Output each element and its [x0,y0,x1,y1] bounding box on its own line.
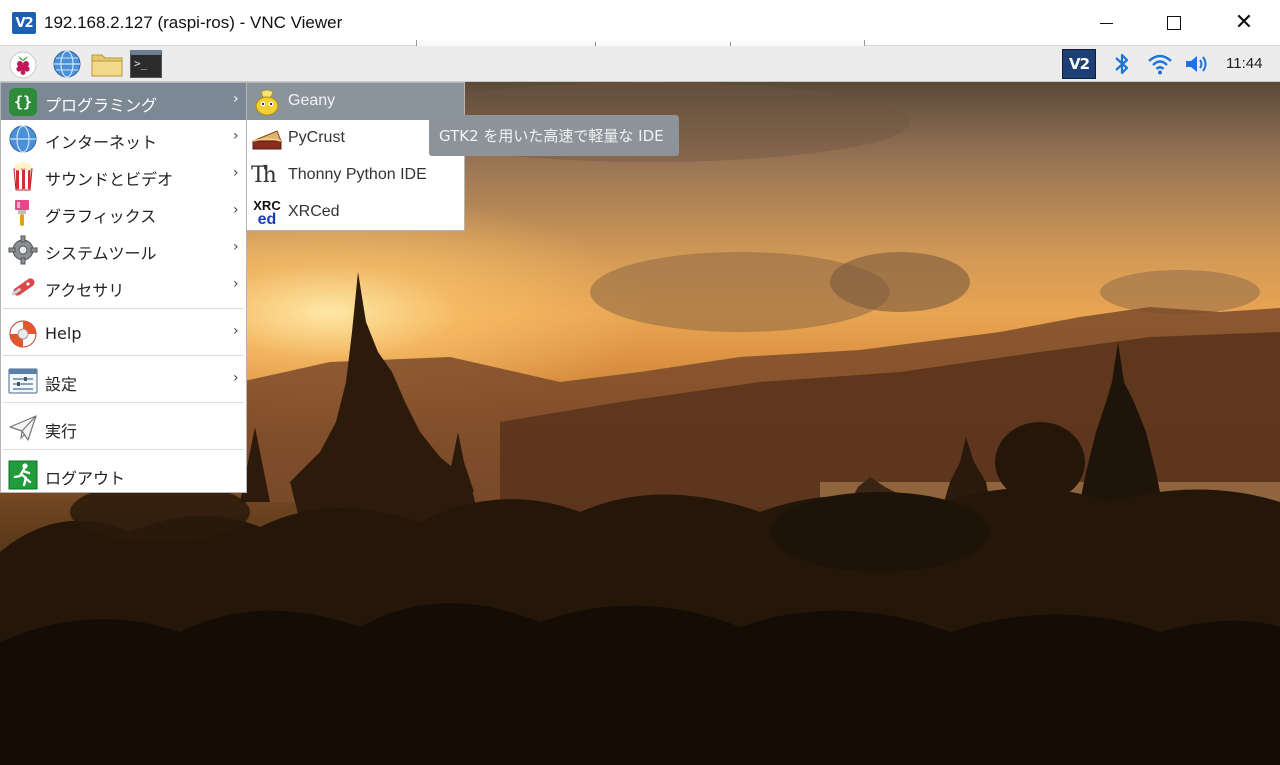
menu-separator [3,449,244,450]
submenu-item-xrced[interactable]: XRC ed XRCed [247,194,464,231]
menu-separator [3,355,244,356]
clock[interactable]: 11:44 [1226,55,1262,72]
menu-item-label: サウンドとビデオ [45,170,174,189]
file-manager-icon[interactable] [90,49,124,79]
menu-item-label: グラフィックス [45,207,157,226]
preferences-icon [8,368,38,394]
programming-submenu: Geany PyCrust Th Thonny Python IDE XRC e… [246,82,465,231]
submenu-item-label: PyCrust [288,129,345,146]
submenu-arrow-icon: › [233,276,239,292]
thonny-glyph: Th [251,163,277,188]
vnc-server-tray-icon[interactable]: V2 [1062,49,1096,79]
vnc-viewer-app-icon: V2 [12,12,36,34]
submenu-arrow-icon: › [233,370,239,386]
submenu-arrow-icon: › [233,165,239,181]
maximize-button[interactable] [1140,0,1208,46]
internet-icon [9,125,37,153]
submenu-item-label: XRCed [288,203,340,220]
run-icon [9,415,37,441]
menu-item-system-tools[interactable]: システムツール › [1,231,246,268]
menu-item-label: プログラミング [45,96,158,115]
pycrust-icon [252,130,282,150]
application-menu: {} プログラミング › インターネット › サウンドとビデオ › グラフィック… [0,82,247,493]
menu-item-label: ログアウト [45,469,126,488]
xrced-glyph-bottom: ed [257,211,277,228]
close-icon: ✕ [1234,10,1254,35]
menu-separator [3,308,244,309]
graphics-icon [15,200,29,226]
menu-item-internet[interactable]: インターネット › [1,120,246,157]
maximize-icon [1167,16,1181,30]
minimize-icon [1099,22,1113,24]
menu-item-label: Help [45,324,82,343]
menu-item-label: インターネット [45,133,158,152]
programming-glyph: {} [13,93,33,111]
help-icon [9,320,37,348]
submenu-item-label: Geany [288,92,336,109]
raspberry-pi-menu-icon[interactable] [8,49,38,79]
menu-item-label: アクセサリ [45,281,125,300]
accessories-icon [11,278,35,296]
programming-icon: {} [9,88,37,116]
menu-item-label: システムツール [45,244,157,263]
submenu-item-label: Thonny Python IDE [288,166,427,183]
system-tools-icon [8,235,38,265]
submenu-arrow-icon: › [233,323,239,339]
tooltip-text: GTK2 を用いた高速で軽量な IDE [439,127,664,145]
menu-item-label: 実行 [45,422,78,441]
submenu-arrow-icon: › [233,91,239,107]
menu-item-programming[interactable]: {} プログラミング › [1,83,246,120]
menu-item-graphics[interactable]: グラフィックス › [1,194,246,231]
web-browser-icon[interactable] [52,49,82,79]
thonny-icon: Th [251,160,283,192]
logout-icon [8,460,38,490]
menu-item-logout[interactable]: ログアウト [1,456,246,493]
tooltip: GTK2 を用いた高速で軽量な IDE [429,115,679,156]
terminal-icon[interactable]: >_ [130,50,162,78]
menu-item-run[interactable]: 実行 [1,409,246,446]
menu-item-label: 設定 [45,375,78,394]
volume-icon[interactable] [1184,53,1212,75]
wifi-icon[interactable] [1146,52,1174,76]
minimize-button[interactable] [1072,0,1140,46]
submenu-arrow-icon: › [233,239,239,255]
menu-item-help[interactable]: Help › [1,315,246,352]
submenu-item-thonny[interactable]: Th Thonny Python IDE [247,157,464,194]
menu-item-preferences[interactable]: 設定 › [1,362,246,399]
terminal-prompt: >_ [134,57,148,70]
window-title: 192.168.2.127 (raspi-ros) - VNC Viewer [44,13,343,32]
menu-item-sound-video[interactable]: サウンドとビデオ › [1,157,246,194]
menu-item-accessories[interactable]: アクセサリ › [1,268,246,305]
desktop-panel: >_ V2 11:44 [0,46,1280,82]
xrced-icon: XRC ed [251,197,283,229]
submenu-arrow-icon: › [233,202,239,218]
sound-video-icon [13,162,33,191]
submenu-arrow-icon: › [233,128,239,144]
bluetooth-icon[interactable] [1110,51,1134,77]
menu-separator [3,402,244,403]
geany-icon [255,89,279,116]
close-button[interactable]: ✕ [1210,0,1278,46]
